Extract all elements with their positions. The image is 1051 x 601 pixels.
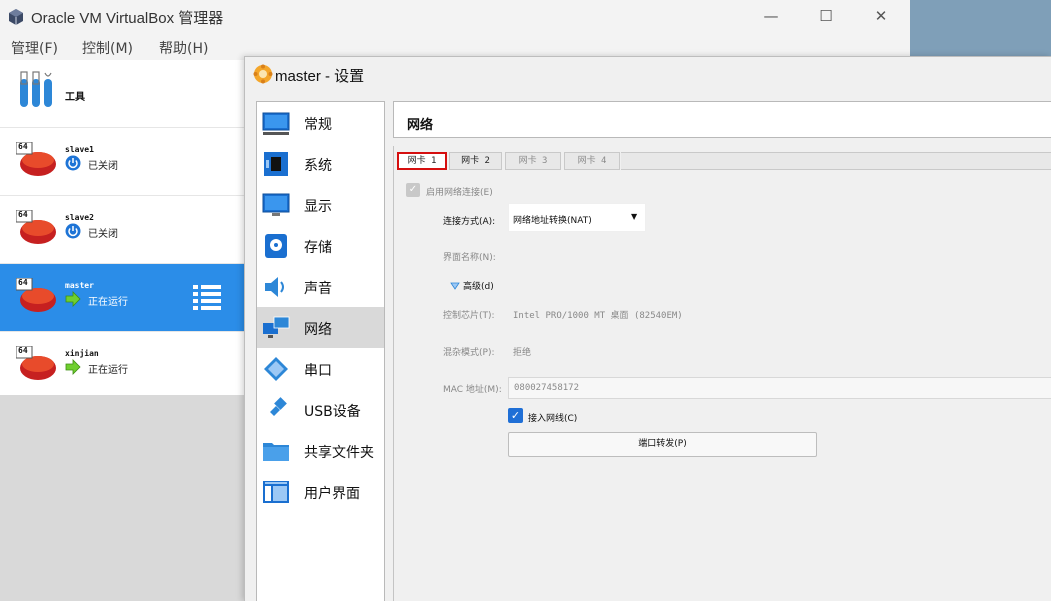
vm-state: 已关闭	[88, 161, 118, 172]
system-icon	[264, 152, 288, 176]
category-storage[interactable]: 存储	[257, 225, 384, 266]
vm-item-master[interactable]: 64 master 正在运行	[0, 264, 245, 332]
category-label: 系统	[304, 158, 332, 174]
expand-triangle-icon[interactable]	[450, 282, 460, 290]
category-label: 用户界面	[304, 486, 360, 502]
attached-to-label: 连接方式(A):	[443, 217, 496, 227]
running-arrow-icon	[65, 359, 81, 375]
category-label: 串口	[304, 363, 332, 379]
general-icon	[262, 112, 290, 135]
network-icon	[263, 316, 290, 338]
menu-help[interactable]: 帮助(H)	[159, 38, 208, 58]
vm-state: 正在运行	[88, 297, 128, 308]
tab-adapter-3[interactable]: 网卡 3	[505, 152, 561, 170]
category-label: 常规	[304, 117, 332, 133]
os-bit-badge: 64	[18, 142, 28, 151]
enable-adapter-label: 启用网络连接(E)	[426, 188, 493, 198]
power-off-icon	[65, 155, 81, 171]
settings-dialog: master - 设置 常规 系统 显示 存储 声音 网络 串口 USB设备 共…	[244, 56, 1051, 601]
category-label: 存储	[304, 240, 332, 256]
enable-adapter-checkbox[interactable]: ✓	[406, 183, 420, 197]
category-label: 声音	[304, 281, 332, 297]
category-label: 显示	[304, 199, 332, 215]
settings-gear-icon	[253, 64, 273, 84]
vm-list: 工具 64 slave1 已关闭 64 slave2 已关闭 64 master…	[0, 60, 245, 601]
maximize-button[interactable]: ☐	[803, 0, 849, 32]
mac-address-value: 080027458172	[514, 383, 580, 393]
category-user-interface[interactable]: 用户界面	[257, 471, 384, 512]
os-bit-badge: 64	[18, 346, 28, 355]
menu-manage[interactable]: 管理(F)	[11, 38, 58, 58]
category-general[interactable]: 常规	[257, 102, 384, 143]
tools-item[interactable]: 工具	[0, 60, 245, 128]
mac-address-field[interactable]: 080027458172	[508, 377, 1051, 399]
vm-item-slave2[interactable]: 64 slave2 已关闭	[0, 196, 245, 264]
category-shared-folders[interactable]: 共享文件夹	[257, 430, 384, 471]
tab-strip	[621, 152, 1051, 170]
vm-name: master	[65, 281, 94, 290]
vm-state: 已关闭	[88, 229, 118, 240]
category-audio[interactable]: 声音	[257, 266, 384, 307]
port-forwarding-button[interactable]: 端口转发(P)	[508, 432, 817, 457]
category-label: USB设备	[304, 404, 361, 420]
os-bit-badge: 64	[18, 278, 28, 287]
mac-address-label: MAC 地址(M):	[443, 385, 502, 395]
os-bit-badge: 64	[18, 210, 28, 219]
page-header: 网络	[393, 101, 1051, 138]
shared-folder-icon	[263, 443, 289, 461]
promiscuous-mode-label: 混杂模式(P):	[443, 348, 495, 358]
category-label: 共享文件夹	[304, 445, 374, 461]
vm-list-empty-area	[0, 395, 245, 601]
audio-icon	[265, 277, 284, 297]
adapter-type-label: 控制芯片(T):	[443, 311, 495, 321]
usb-icon	[266, 397, 287, 420]
vm-name: xinjian	[65, 349, 99, 358]
vm-item-xinjian[interactable]: 64 xinjian 正在运行	[0, 332, 245, 400]
tab-adapter-2[interactable]: 网卡 2	[449, 152, 502, 170]
vm-details-menu-icon[interactable]	[192, 282, 222, 312]
cable-connected-checkbox[interactable]: ✓	[508, 408, 523, 423]
adapter-type-value[interactable]: Intel PRO/1000 MT 桌面 (82540EM)	[513, 308, 683, 321]
advanced-toggle[interactable]: 高级(d)	[463, 279, 494, 292]
menu-control[interactable]: 控制(M)	[82, 38, 133, 58]
promiscuous-mode-value[interactable]: 拒绝	[513, 345, 531, 358]
attached-to-value: 网络地址转换(NAT)	[513, 216, 592, 226]
tab-adapter-4[interactable]: 网卡 4	[564, 152, 620, 170]
cable-connected-label: 接入网线(C)	[528, 414, 578, 424]
vm-name: slave1	[65, 145, 94, 154]
virtualbox-logo-icon	[9, 9, 23, 25]
window-title: Oracle VM VirtualBox 管理器	[31, 10, 224, 27]
category-network[interactable]: 网络	[257, 307, 384, 348]
category-usb[interactable]: USB设备	[257, 389, 384, 430]
running-arrow-icon	[65, 291, 81, 307]
display-icon	[262, 193, 290, 216]
serial-port-icon	[264, 357, 288, 381]
category-serial-port[interactable]: 串口	[257, 348, 384, 389]
dialog-title: master - 设置	[275, 68, 365, 85]
category-display[interactable]: 显示	[257, 184, 384, 225]
tools-label: 工具	[65, 92, 85, 103]
tools-icon	[20, 71, 52, 107]
tab-adapter-1[interactable]: 网卡 1	[397, 152, 447, 170]
chevron-down-icon: ▼	[631, 212, 638, 221]
category-label: 网络	[304, 322, 332, 338]
vm-name: slave2	[65, 213, 94, 222]
settings-category-list: 常规 系统 显示 存储 声音 网络 串口 USB设备 共享文件夹 用户界面	[256, 101, 385, 601]
storage-icon	[265, 234, 287, 258]
close-button[interactable]: ✕	[858, 0, 904, 32]
user-interface-icon	[263, 481, 289, 503]
page-heading: 网络	[407, 118, 434, 133]
category-system[interactable]: 系统	[257, 143, 384, 184]
vm-state: 正在运行	[88, 365, 128, 376]
attached-to-select[interactable]: 网络地址转换(NAT) ▼	[508, 203, 646, 232]
interface-name-label: 界面名称(N):	[443, 253, 496, 263]
vm-item-slave1[interactable]: 64 slave1 已关闭	[0, 128, 245, 196]
power-off-icon	[65, 223, 81, 239]
minimize-button[interactable]: —	[748, 0, 794, 32]
titlebar: Oracle VM VirtualBox 管理器 — ☐ ✕	[0, 0, 910, 34]
